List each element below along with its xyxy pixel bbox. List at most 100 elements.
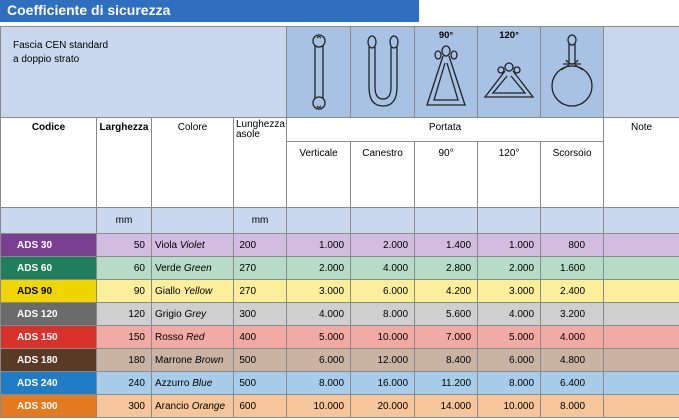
header-colore: Colore	[151, 117, 234, 208]
headline-cell: Fascia CEN standard a doppio strato	[0, 26, 288, 118]
icon-cell-120: 120°	[477, 26, 542, 118]
choke-sling-icon	[551, 34, 593, 107]
angle-120-cell: 10.000	[477, 394, 542, 418]
unit-empty	[540, 207, 605, 234]
note-cell	[603, 256, 679, 280]
note-cell	[603, 394, 679, 418]
icon-cell-90: 90°	[414, 26, 479, 118]
note-cell	[603, 371, 679, 395]
angle-90-cell: 2.800	[414, 256, 479, 280]
color-english: Green	[183, 262, 212, 274]
unit-empty	[151, 207, 234, 234]
code-cell: ADS 180	[0, 348, 97, 372]
code-cell: ADS 240	[0, 371, 97, 395]
table-row: ADS 180 180 Marrone Brown 500 6.000 12.0…	[0, 348, 679, 372]
choke-cell: 2.400	[540, 279, 605, 303]
angle-90-cell: 7.000	[414, 325, 479, 349]
length-cell: 200	[232, 233, 288, 257]
header-lunghezza: Lunghezza asole	[232, 117, 288, 208]
angle-120-cell: 2.000	[477, 256, 542, 280]
angle-90-cell: 14.000	[414, 394, 479, 418]
header-90: 90°	[414, 141, 479, 208]
code-cell: ADS 120	[0, 302, 97, 326]
basket-cell: 2.000	[350, 233, 416, 257]
table-row: ADS 300 300 Arancio Orange 600 10.000 20…	[0, 394, 679, 418]
code-cell: ADS 90	[0, 279, 97, 303]
length-cell: 500	[232, 348, 288, 372]
angle-120-cell: 6.000	[477, 348, 542, 372]
vertical-cell: 8.000	[286, 371, 352, 395]
color-cell: Arancio Orange	[151, 394, 234, 418]
header-larghezza: Larghezza	[96, 117, 152, 208]
choke-cell: 3.200	[540, 302, 605, 326]
width-cell: 240	[96, 371, 152, 395]
unit-empty	[603, 207, 679, 234]
note-cell	[603, 233, 679, 257]
width-cell: 90	[96, 279, 152, 303]
header-verticale: Verticale	[286, 141, 352, 208]
note-cell	[603, 279, 679, 303]
header-lunghezza-line-2: asole	[236, 129, 260, 140]
basket-cell: 8.000	[350, 302, 416, 326]
color-italian: Grigio	[155, 308, 182, 320]
length-cell: 270	[232, 256, 288, 280]
color-english: Violet	[179, 239, 205, 251]
vertical-cell: 5.000	[286, 325, 352, 349]
vertical-cell: 3.000	[286, 279, 352, 303]
choke-cell: 4.000	[540, 325, 605, 349]
page-title: Coefficiente di sicurezza	[7, 2, 171, 18]
length-cell: 300	[232, 302, 288, 326]
color-cell: Viola Violet	[151, 233, 234, 257]
angle-90-cell: 11.200	[414, 371, 479, 395]
basket-cell: 12.000	[350, 348, 416, 372]
table-row: ADS 30 50 Viola Violet 200 1.000 2.000 1…	[0, 233, 679, 257]
header-scorsoio: Scorsoio	[540, 141, 605, 208]
angle-120-cell: 5.000	[477, 325, 542, 349]
length-cell: 270	[232, 279, 288, 303]
unit-empty	[477, 207, 542, 234]
icon-cell-vertical	[286, 26, 352, 118]
title-bar: Coefficiente di sicurezza	[0, 0, 419, 22]
unit-empty	[414, 207, 479, 234]
color-italian: Viola	[155, 239, 178, 251]
data-body: ADS 30 50 Viola Violet 200 1.000 2.000 1…	[0, 233, 679, 418]
color-cell: Giallo Yellow	[151, 279, 234, 303]
vertical-cell: 2.000	[286, 256, 352, 280]
width-cell: 150	[96, 325, 152, 349]
angle-90-cell: 1.400	[414, 233, 479, 257]
headline-line-2: a doppio strato	[13, 54, 80, 65]
color-english: Orange	[191, 400, 226, 412]
vertical-cell: 1.000	[286, 233, 352, 257]
sling-90-icon	[426, 45, 466, 106]
vertical-cell: 10.000	[286, 394, 352, 418]
unit-empty	[0, 207, 97, 234]
table-row: ADS 240 240 Azzurro Blue 500 8.000 16.00…	[0, 371, 679, 395]
angle-label-120: 120°	[499, 30, 519, 41]
header-120: 120°	[477, 141, 542, 208]
basket-sling-icon	[366, 35, 399, 107]
angle-90-cell: 8.400	[414, 348, 479, 372]
basket-cell: 4.000	[350, 256, 416, 280]
width-cell: 120	[96, 302, 152, 326]
unit-larghezza: mm	[96, 207, 152, 234]
unit-empty	[350, 207, 416, 234]
code-cell: ADS 300	[0, 394, 97, 418]
choke-cell: 800	[540, 233, 605, 257]
header-portata: Portata	[286, 117, 605, 142]
angle-90-cell: 5.600	[414, 302, 479, 326]
width-cell: 180	[96, 348, 152, 372]
color-english: Red	[186, 331, 205, 343]
color-italian: Arancio	[155, 400, 189, 412]
width-cell: 300	[96, 394, 152, 418]
basket-cell: 10.000	[350, 325, 416, 349]
choke-cell: 8.000	[540, 394, 605, 418]
angle-120-cell: 4.000	[477, 302, 542, 326]
color-cell: Marrone Brown	[151, 348, 234, 372]
color-english: Yellow	[183, 285, 213, 297]
color-english: Grey	[184, 308, 207, 320]
color-italian: Rosso	[155, 331, 184, 343]
width-cell: 50	[96, 233, 152, 257]
color-cell: Rosso Red	[151, 325, 234, 349]
note-cell	[603, 325, 679, 349]
table-row: ADS 120 120 Grigio Grey 300 4.000 8.000 …	[0, 302, 679, 326]
